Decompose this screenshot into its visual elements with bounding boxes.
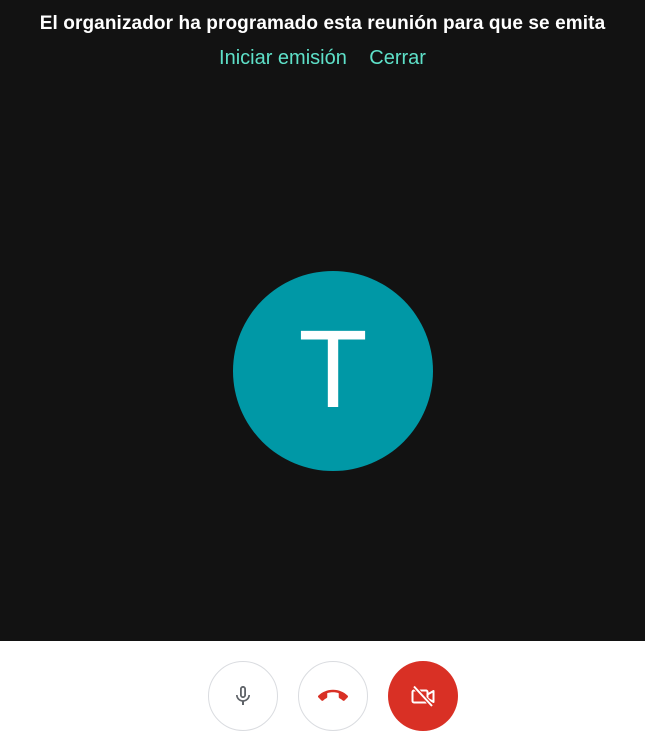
hang-up-button[interactable] <box>298 661 368 731</box>
start-broadcast-button[interactable]: Iniciar emisión <box>219 46 347 70</box>
banner-actions: Iniciar emisión Cerrar <box>0 46 645 70</box>
broadcast-banner: El organizador ha programado esta reunió… <box>0 0 645 80</box>
hang-up-icon <box>318 689 348 701</box>
video-stage: El organizador ha programado esta reunió… <box>0 0 645 641</box>
call-controls-bar <box>0 641 645 736</box>
microphone-icon <box>236 686 250 705</box>
participant-avatar: T <box>233 271 433 471</box>
microphone-button[interactable] <box>208 661 278 731</box>
broadcast-message: El organizador ha programado esta reunió… <box>39 13 606 34</box>
close-banner-button[interactable]: Cerrar <box>369 46 426 70</box>
video-off-icon <box>411 685 435 708</box>
camera-toggle-button[interactable] <box>388 661 458 731</box>
